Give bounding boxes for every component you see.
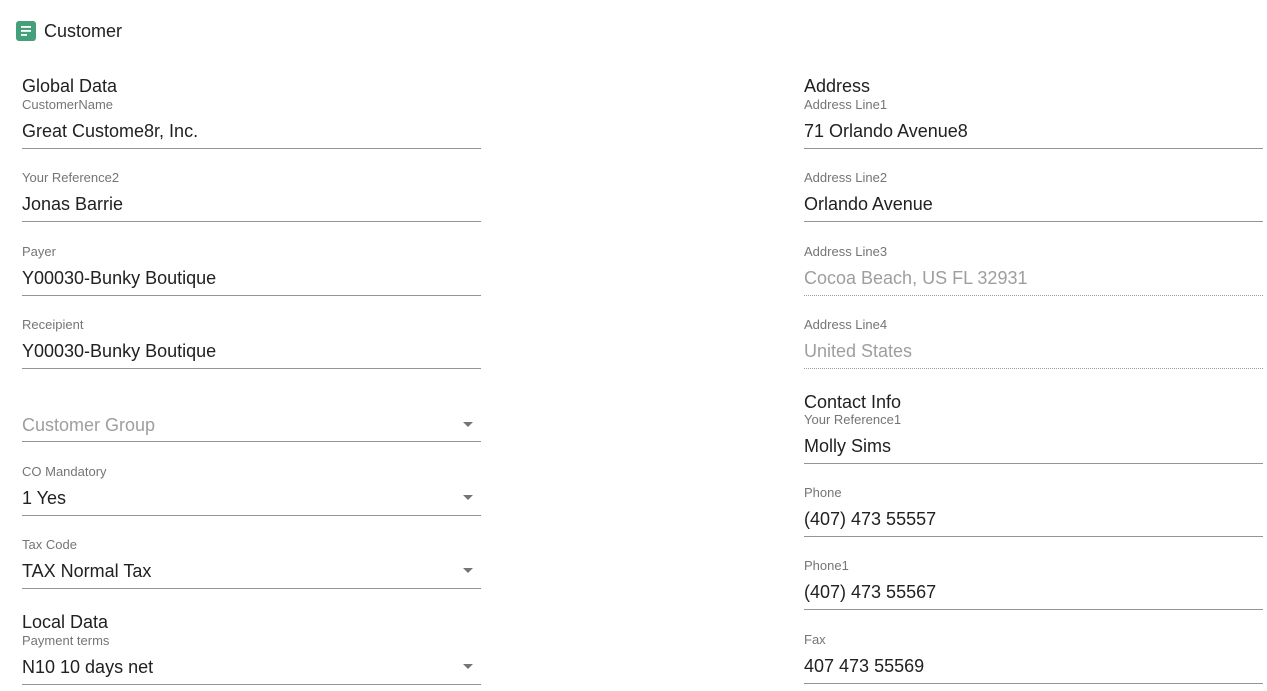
payer-label: Payer — [22, 244, 56, 259]
co-mandatory-label: CO Mandatory — [22, 464, 107, 479]
address-line2-label: Address Line2 — [804, 170, 888, 185]
recipient-label: Receipient — [22, 317, 84, 332]
address-line3-value: Cocoa Beach, US FL 32931 — [804, 268, 1028, 288]
address-title: Address — [804, 76, 871, 96]
contact-info-title: Contact Info — [804, 392, 902, 412]
chevron-down-icon[interactable] — [463, 422, 473, 427]
customer-group-underline — [22, 441, 481, 442]
customer-page: Customer Global Data CustomerName Great … — [0, 0, 1267, 691]
global-data-title: Global Data — [22, 76, 118, 96]
page-title: Customer — [44, 20, 123, 41]
your-reference2-value[interactable]: Jonas Barrie — [22, 192, 123, 216]
address-line1-label: Address Line1 — [804, 97, 888, 112]
document-icon — [16, 21, 36, 41]
co-mandatory-select[interactable]: CO Mandatory 1 Yes — [22, 464, 481, 520]
phone1-underline — [804, 609, 1263, 610]
your-reference1-field[interactable]: Your Reference1 Molly Sims — [804, 412, 1263, 468]
phone-label: Phone — [804, 485, 842, 500]
recipient-value[interactable]: Y00030-Bunky Boutique — [22, 339, 216, 363]
fax-value[interactable]: 407 473 55569 — [804, 654, 924, 678]
local-data-title: Local Data — [22, 612, 109, 632]
address-line3-label: Address Line3 — [804, 244, 888, 259]
address-line1-value[interactable]: 71 Orlando Avenue8 — [804, 119, 968, 143]
phone-underline — [804, 536, 1263, 537]
payment-terms-underline — [22, 684, 481, 685]
address-line4-field: Address Line4 United States — [804, 317, 1263, 373]
tax-code-label: Tax Code — [22, 537, 77, 552]
customer-name-field[interactable]: CustomerName Great Custome8r, Inc. — [22, 97, 481, 153]
fax-label: Fax — [804, 632, 826, 647]
payer-value[interactable]: Y00030-Bunky Boutique — [22, 266, 216, 290]
customer-name-underline — [22, 148, 481, 149]
address-line2-underline — [804, 221, 1263, 222]
customer-name-value[interactable]: Great Custome8r, Inc. — [22, 119, 198, 143]
address-line4-label: Address Line4 — [804, 317, 888, 332]
address-line1-underline — [804, 148, 1263, 149]
payer-field[interactable]: Payer Y00030-Bunky Boutique — [22, 244, 481, 300]
recipient-field[interactable]: Receipient Y00030-Bunky Boutique — [22, 317, 481, 373]
chevron-down-icon[interactable] — [463, 568, 473, 573]
your-reference2-field[interactable]: Your Reference2 Jonas Barrie — [22, 170, 481, 226]
address-line3-field: Address Line3 Cocoa Beach, US FL 32931 — [804, 244, 1263, 300]
customer-name-label: CustomerName — [22, 97, 114, 112]
co-mandatory-underline — [22, 515, 481, 516]
address-line3-underline — [804, 295, 1263, 296]
phone-value[interactable]: (407) 473 55557 — [804, 507, 936, 531]
address-line2-field[interactable]: Address Line2 Orlando Avenue — [804, 170, 1263, 226]
payment-terms-label: Payment terms — [22, 633, 110, 648]
tax-code-value[interactable]: TAX Normal Tax — [22, 559, 151, 583]
tax-code-select[interactable]: Tax Code TAX Normal Tax — [22, 537, 481, 593]
your-reference1-underline — [804, 463, 1263, 464]
payment-terms-select[interactable]: Payment terms N10 10 days net — [22, 633, 481, 689]
your-reference1-label: Your Reference1 — [804, 412, 902, 427]
phone1-label: Phone1 — [804, 558, 849, 573]
phone1-field[interactable]: Phone1 (407) 473 55567 — [804, 558, 1263, 614]
payer-underline — [22, 295, 481, 296]
address-line4-underline — [804, 368, 1263, 369]
your-reference1-value[interactable]: Molly Sims — [804, 434, 891, 458]
chevron-down-icon[interactable] — [463, 664, 473, 669]
customer-group-placeholder[interactable]: Customer Group — [22, 413, 155, 437]
phone1-value[interactable]: (407) 473 55567 — [804, 580, 936, 604]
address-line4-value: United States — [804, 341, 913, 361]
address-line1-field[interactable]: Address Line1 71 Orlando Avenue8 — [804, 97, 1263, 153]
address-line2-value[interactable]: Orlando Avenue — [804, 192, 933, 216]
page-header: Customer — [16, 19, 122, 43]
fax-underline — [804, 683, 1263, 684]
customer-group-select[interactable]: Customer Group — [22, 391, 481, 447]
payment-terms-value[interactable]: N10 10 days net — [22, 655, 153, 679]
co-mandatory-value[interactable]: 1 Yes — [22, 486, 66, 510]
fax-field[interactable]: Fax 407 473 55569 — [804, 632, 1263, 688]
chevron-down-icon[interactable] — [463, 495, 473, 500]
phone-field[interactable]: Phone (407) 473 55557 — [804, 485, 1263, 541]
recipient-underline — [22, 368, 481, 369]
tax-code-underline — [22, 588, 481, 589]
your-reference2-label: Your Reference2 — [22, 170, 120, 185]
your-reference2-underline — [22, 221, 481, 222]
